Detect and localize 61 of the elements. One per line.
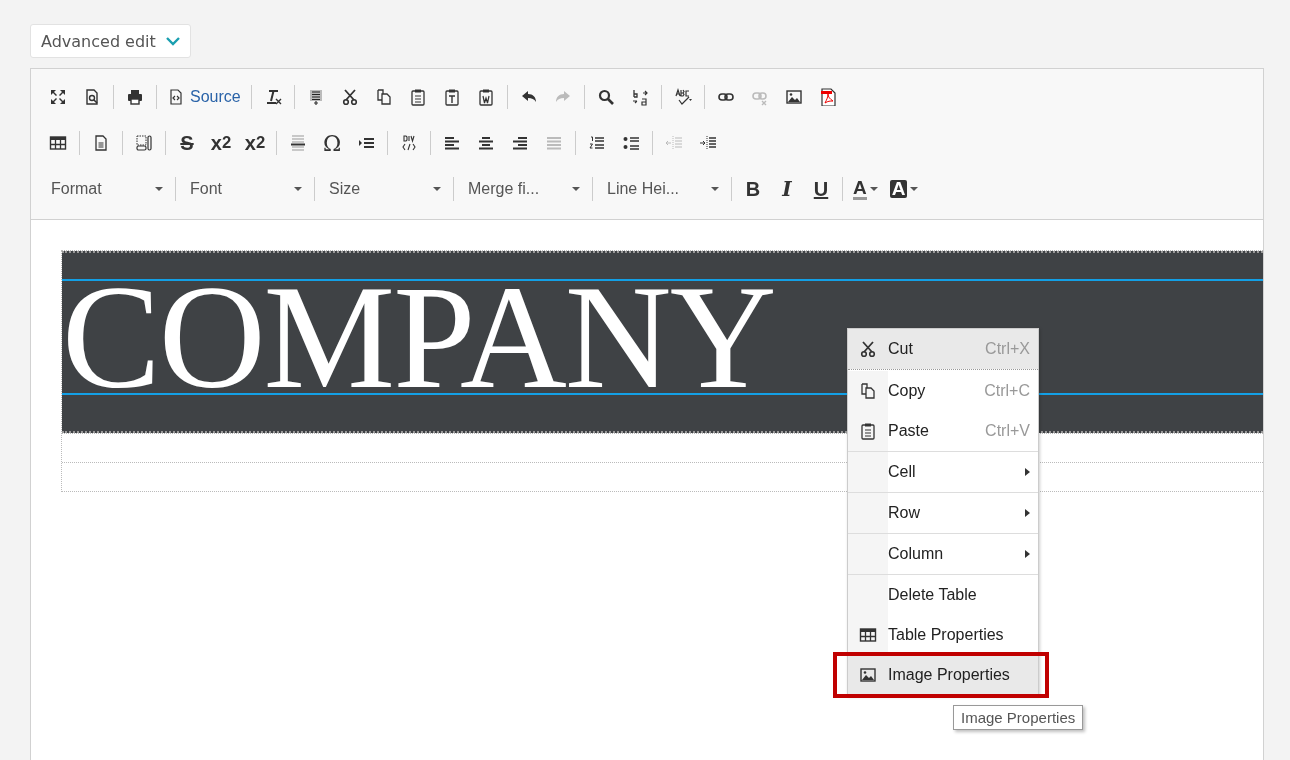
scissors-icon [859,340,877,358]
paste-text-icon [442,88,461,106]
paste-icon [859,422,877,440]
image-icon [784,88,803,106]
toolbar-dropdown[interactable]: Merge fi... [460,174,586,204]
chevron-down-icon [165,36,180,46]
special-character-button[interactable]: Ω [317,128,347,158]
menu-item[interactable]: Column [848,534,1038,574]
align-left-icon [443,134,461,152]
submenu-arrow-icon [1025,468,1030,476]
document-icon [92,134,110,152]
toolbar-dropdown[interactable]: Size [321,174,447,204]
preview-icon [83,88,101,106]
background-color-button[interactable]: A [885,174,923,204]
div-container-icon [400,134,418,152]
text-color-button[interactable]: A [849,174,882,204]
menu-item[interactable]: Row [848,493,1038,533]
spellcheck-icon [673,88,692,106]
toolbar-dropdown[interactable]: Line Hei... [599,174,725,204]
underline-button[interactable]: U [806,174,836,204]
table-icon [49,134,67,152]
scissors-icon [340,88,359,106]
source-button[interactable]: Source [163,82,245,112]
copy-icon [859,382,877,400]
menu-item[interactable]: Paste Ctrl+V [848,411,1038,451]
numbered-list-icon [588,134,606,152]
banner-text: COMPANY [62,281,775,393]
outdent-icon [665,134,683,152]
tooltip: Image Properties [953,705,1084,730]
submenu-arrow-icon [1025,550,1030,558]
menu-item[interactable]: Copy Ctrl+C [848,371,1038,411]
paste-icon [408,88,427,106]
menu-item[interactable]: Cell [848,452,1038,492]
menu-item[interactable]: Image Properties [848,655,1038,695]
menu-item[interactable]: Cut Ctrl+X [848,329,1038,369]
bold-button[interactable]: B [738,174,768,204]
toolbar-dropdown[interactable]: Font [182,174,308,204]
maximize-icon [49,88,67,106]
pdf-icon [818,88,837,106]
code-file-icon [167,88,185,106]
page-break-icon [135,134,153,152]
submenu-arrow-icon [1025,509,1030,517]
horizontal-line-icon [289,134,307,152]
indent-icon [699,134,717,152]
copy-icon [374,88,393,106]
table-icon [859,626,877,644]
replace-icon [630,88,649,106]
italic-button[interactable]: I [772,174,802,204]
strikethrough-button[interactable]: S [172,128,202,158]
align-right-icon [511,134,529,152]
align-center-icon [477,134,495,152]
image-icon [859,666,877,684]
justify-icon [545,134,563,152]
toolbar-dropdown[interactable]: Format [43,174,169,204]
bullet-list-icon [622,134,640,152]
mode-dropdown[interactable]: Advanced edit [30,24,191,58]
menu-item[interactable]: Delete Table [848,575,1038,615]
menu-item[interactable]: Table Properties [848,615,1038,655]
paste-word-icon [476,88,495,106]
print-icon [126,88,144,106]
search-icon [596,88,615,106]
